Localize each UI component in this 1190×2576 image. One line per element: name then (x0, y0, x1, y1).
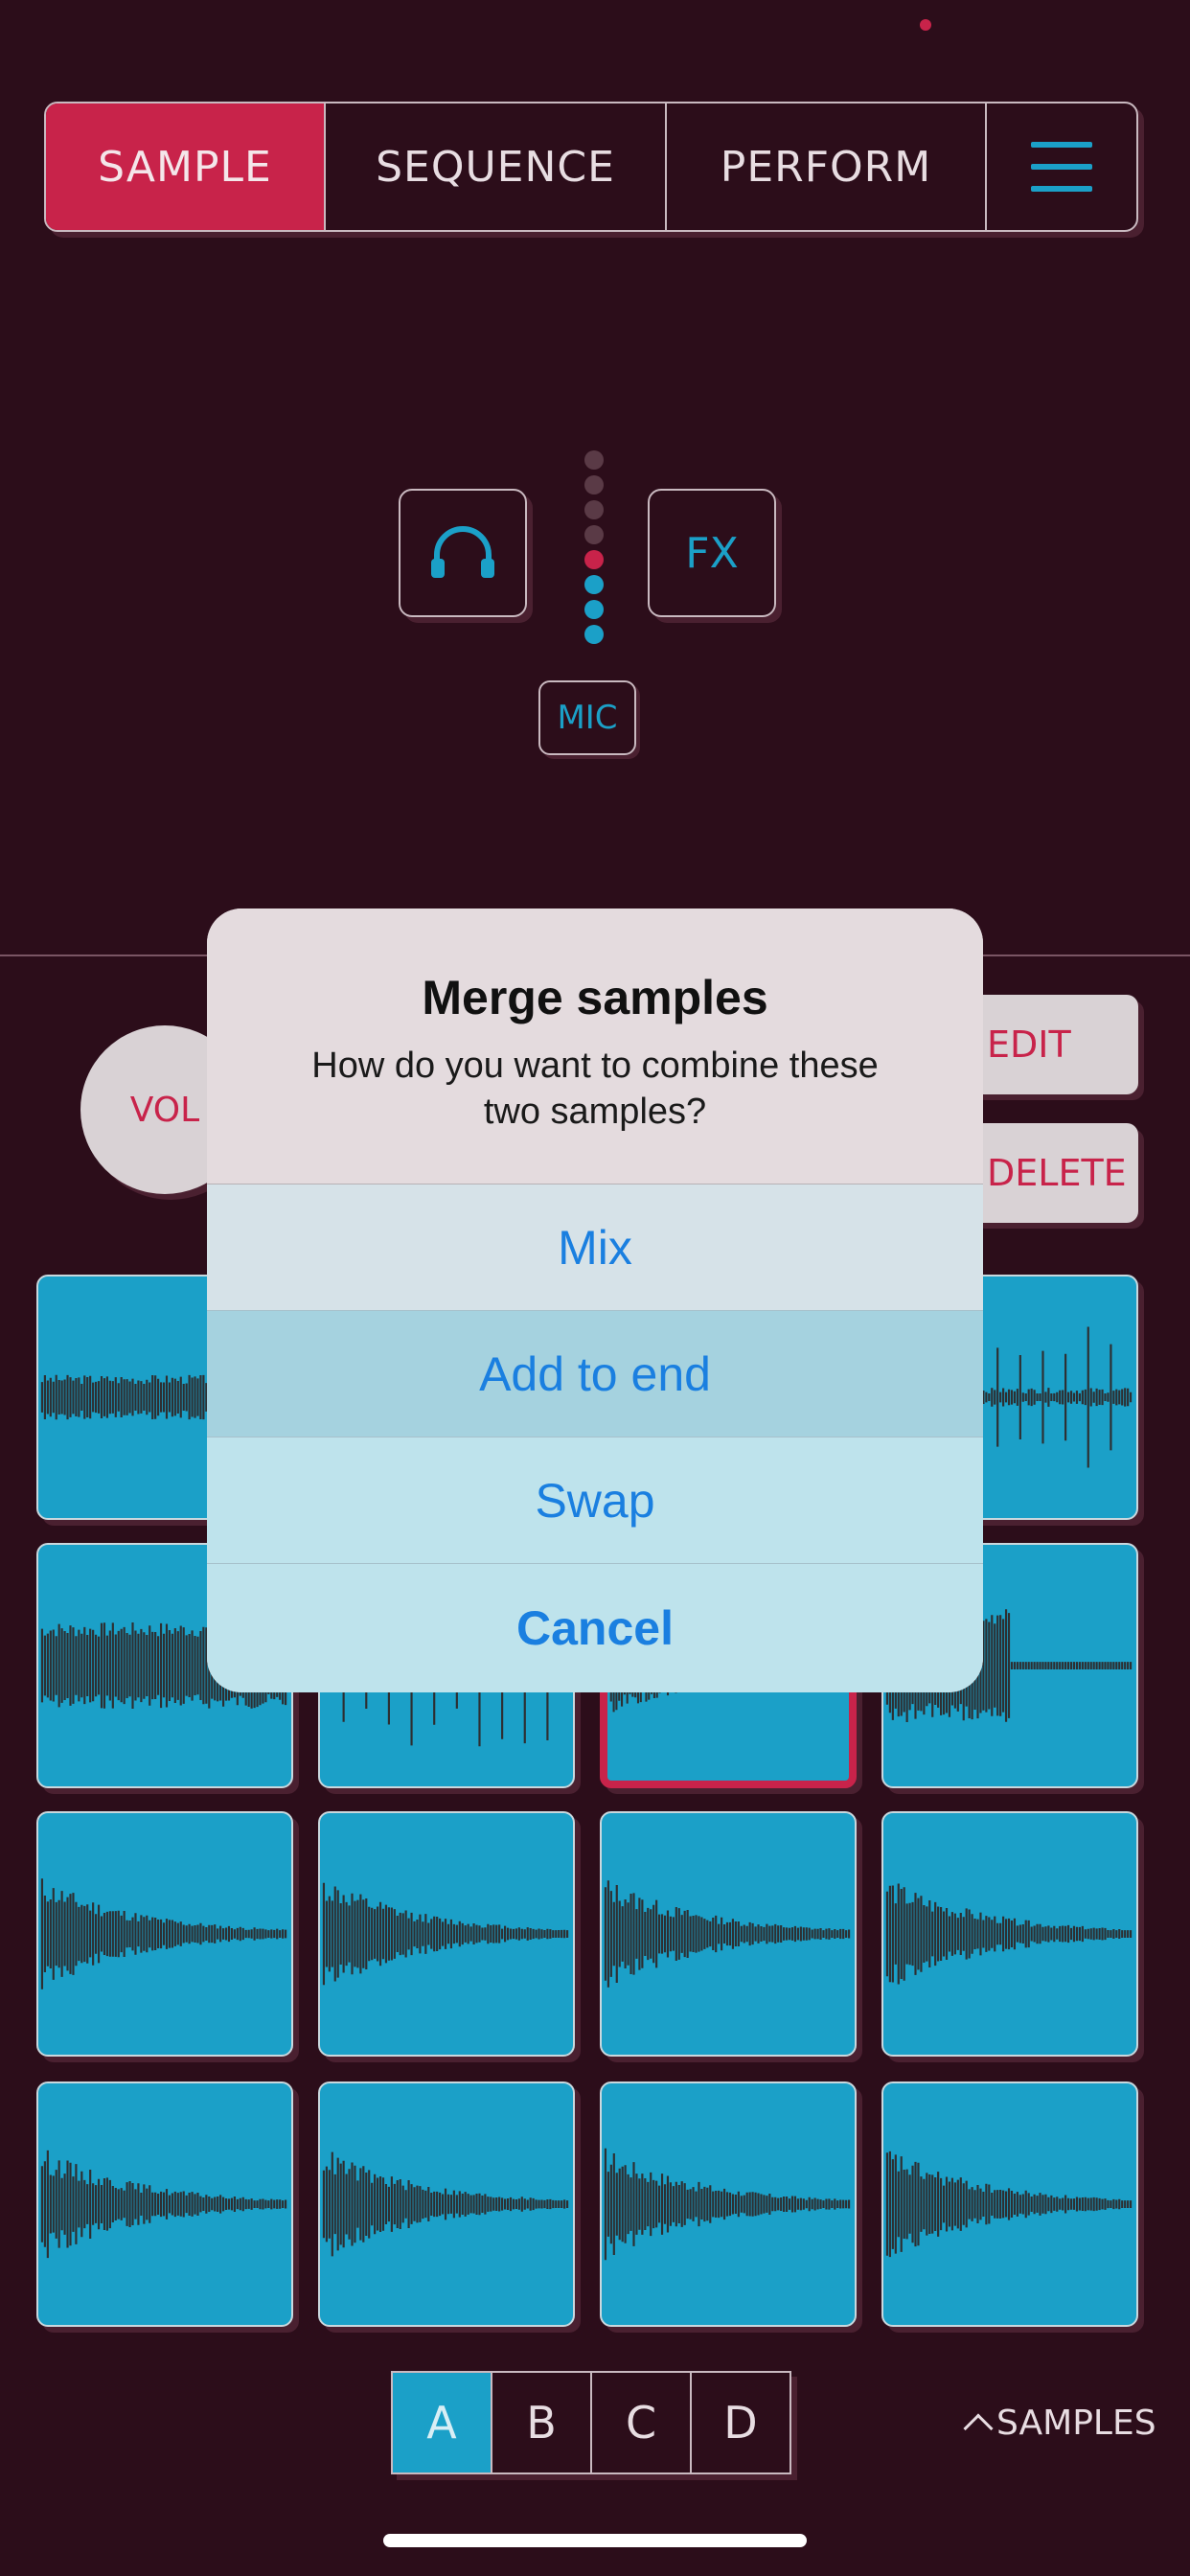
sample-pad[interactable] (881, 1811, 1138, 2057)
fx-button[interactable]: FX (648, 489, 776, 617)
bank-b-button[interactable]: B (492, 2373, 592, 2472)
mix-button[interactable]: Mix (207, 1184, 983, 1311)
bank-d-button[interactable]: D (692, 2373, 790, 2472)
headphones-button[interactable] (399, 489, 527, 617)
waveform-icon (885, 1883, 1133, 1985)
waveform-icon (604, 2148, 851, 2261)
waveform-icon (322, 1882, 569, 1986)
sample-pad[interactable] (881, 2082, 1138, 2327)
dialog-header: Merge samples How do you want to combine… (207, 908, 983, 1184)
sample-pad[interactable] (600, 2082, 857, 2327)
dialog-message: How do you want to combine these two sam… (311, 1046, 879, 1132)
mic-button[interactable]: MIC (538, 680, 636, 755)
mode-tab-bar: SAMPLE SEQUENCE PERFORM (44, 102, 1138, 232)
sample-pad[interactable] (36, 2082, 293, 2327)
headphones-icon (431, 526, 494, 578)
sample-pad[interactable] (318, 1811, 575, 2057)
chevron-up-icon (963, 2412, 994, 2444)
sample-pad[interactable] (318, 2082, 575, 2327)
edit-button[interactable]: EDIT (968, 995, 1138, 1094)
waveform-icon (40, 1878, 287, 1990)
add-to-end-button[interactable]: Add to end (207, 1311, 983, 1438)
waveform-icon (40, 2150, 287, 2259)
samples-drawer-button[interactable]: SAMPLES (963, 2404, 1156, 2444)
tab-sequence[interactable]: SEQUENCE (326, 104, 667, 230)
swap-button[interactable]: Swap (207, 1438, 983, 1564)
cancel-button[interactable]: Cancel (207, 1564, 983, 1692)
bank-a-button[interactable]: A (393, 2373, 492, 2472)
bank-c-button[interactable]: C (592, 2373, 692, 2472)
tab-sample[interactable]: SAMPLE (46, 104, 326, 230)
waveform-icon (322, 2151, 569, 2257)
sample-pad[interactable] (36, 1811, 293, 2057)
dialog-title: Merge samples (422, 971, 768, 1024)
input-level-meter (584, 450, 606, 650)
bank-selector: A B C D (391, 2371, 791, 2474)
delete-button[interactable]: DELETE (968, 1123, 1138, 1223)
waveform-icon (604, 1880, 851, 1988)
samples-label: SAMPLES (996, 2404, 1156, 2443)
screen: SAMPLE SEQUENCE PERFORM FX MIC VOL EDIT … (0, 0, 1190, 2576)
home-indicator[interactable] (383, 2534, 807, 2547)
waveform-icon (885, 2150, 1133, 2258)
menu-button[interactable] (987, 104, 1136, 230)
hamburger-menu-icon (1031, 142, 1092, 192)
tab-perform[interactable]: PERFORM (667, 104, 987, 230)
merge-samples-dialog: Merge samples How do you want to combine… (207, 908, 983, 1692)
sample-pad[interactable] (600, 1811, 857, 2057)
recording-indicator-dot (920, 19, 931, 31)
